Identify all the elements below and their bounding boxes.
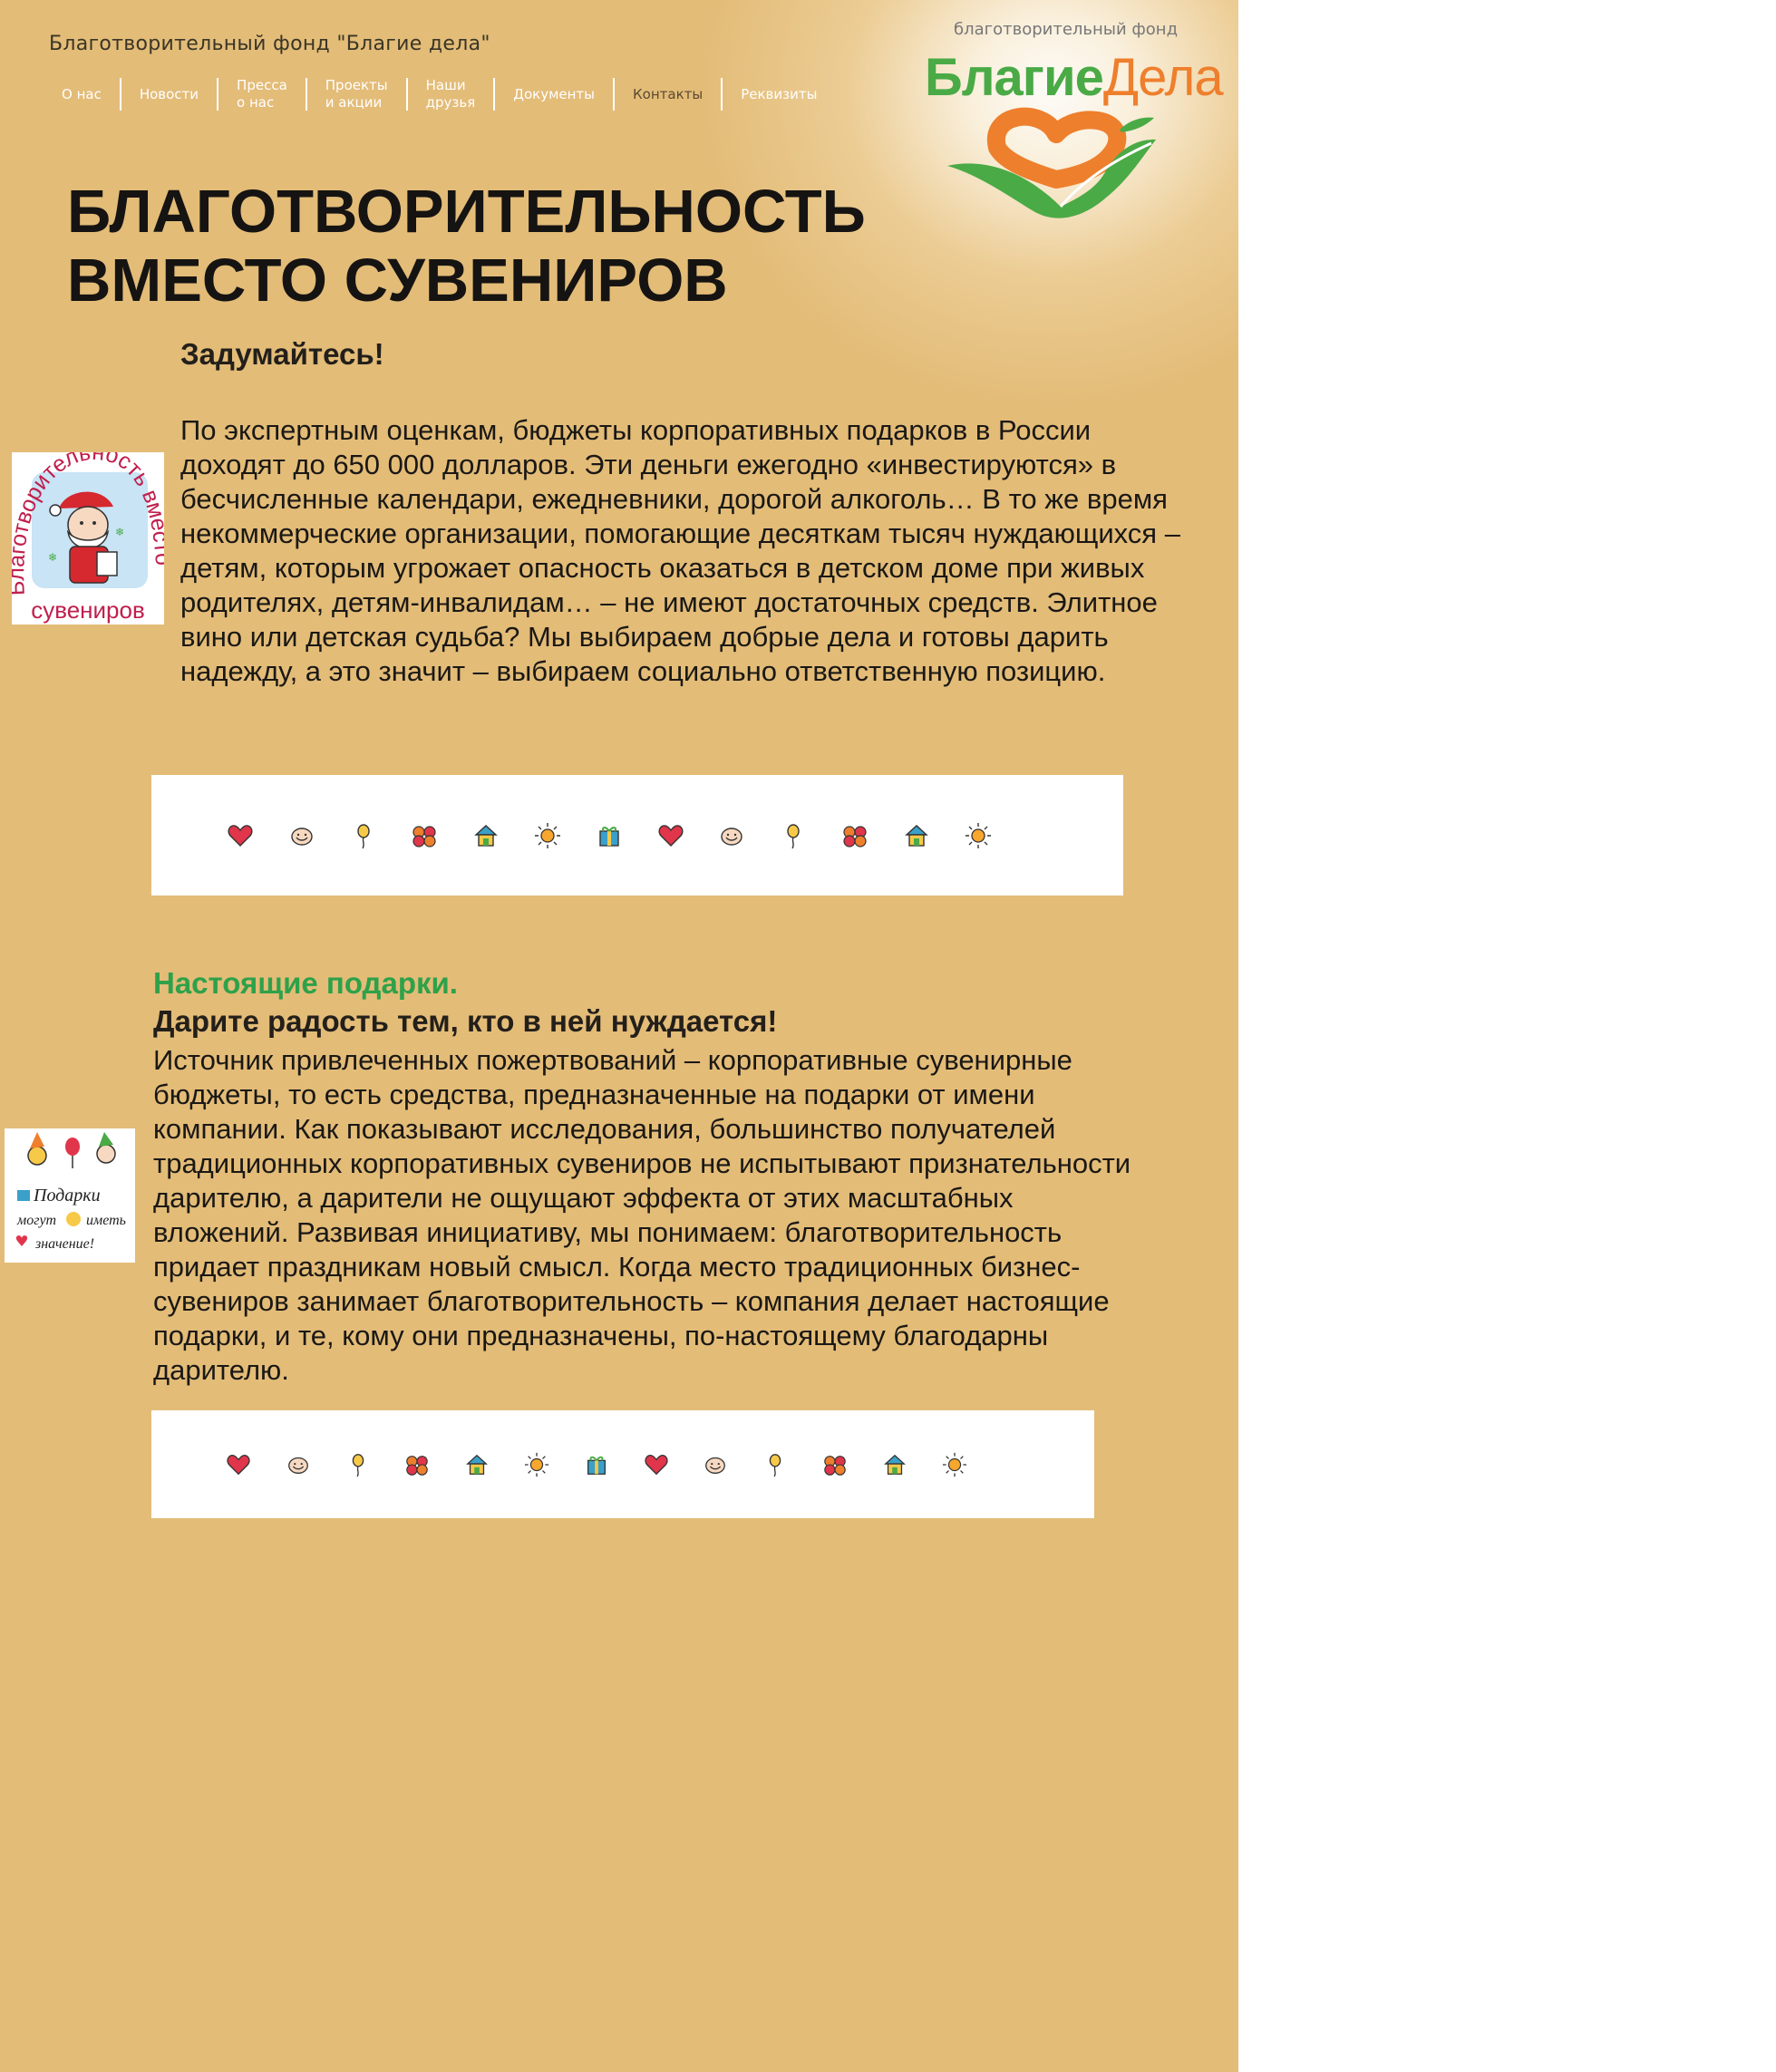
page-title: БЛАГОТВОРИТЕЛЬНОСТЬ ВМЕСТО СУВЕНИРОВ xyxy=(67,178,866,315)
section1-paragraph: По экспертным оценкам, бюджеты корпорати… xyxy=(180,414,1180,687)
heart-icon xyxy=(227,822,288,849)
nav-news[interactable]: Новости xyxy=(121,77,217,111)
section1-subheading: Задумайтесь! xyxy=(180,337,384,371)
gifts-badge-icon: Подарки могут иметь значение! xyxy=(5,1128,135,1263)
sun-icon xyxy=(942,1452,1002,1477)
nav-press[interactable]: Пресса о нас xyxy=(218,77,306,111)
house-icon xyxy=(882,1452,942,1477)
section2-bold-line: Дарите радость тем, кто в ней нуждается! xyxy=(153,1004,778,1038)
svg-text:❄: ❄ xyxy=(115,526,124,538)
smiley-icon xyxy=(288,822,350,849)
icon-strip-1 xyxy=(151,775,1123,896)
site-title: Благотворительный фонд "Благие дела" xyxy=(49,33,490,55)
badge-charity-instead-of-souvenirs: Благотворительность вместо сувениров ❄ ❄ xyxy=(12,452,164,625)
flower-icon xyxy=(411,822,472,849)
santa-badge-icon: Благотворительность вместо сувениров ❄ ❄ xyxy=(12,452,164,625)
main-nav: О нас Новости Пресса о нас Проекты и акции Н… xyxy=(49,74,835,114)
logo[interactable]: благотворительный фонд БлагиеДела xyxy=(916,18,1233,218)
badge-bottom-text: сувениров xyxy=(31,596,145,624)
logo-name-part1: Благие xyxy=(925,48,1104,107)
nav-contacts[interactable]: Контакты xyxy=(615,77,721,111)
nav-projects[interactable]: Проекты и акции xyxy=(307,77,406,111)
heart-icon xyxy=(644,1452,704,1477)
heart-icon xyxy=(226,1452,286,1477)
nav-about[interactable]: О нас xyxy=(49,77,120,111)
nav-friends[interactable]: Наши друзья xyxy=(408,77,494,111)
flower-icon xyxy=(841,822,903,849)
house-icon xyxy=(472,822,534,849)
balloon-icon xyxy=(345,1452,405,1477)
sun-icon xyxy=(524,1452,584,1477)
logo-caption: благотворительный фонд xyxy=(954,20,1179,39)
sun-icon xyxy=(534,822,596,849)
house-icon xyxy=(464,1452,524,1477)
heart-icon xyxy=(657,822,719,849)
page-background: Благотворительный фонд "Благие дела" О н… xyxy=(0,0,1238,2072)
smiley-icon xyxy=(718,822,780,849)
gift-icon xyxy=(596,822,657,849)
section2-paragraph: Источник привлеченных пожертвований – ко… xyxy=(153,1044,1131,1386)
balloon-icon xyxy=(762,1452,822,1477)
sun-icon xyxy=(965,822,1026,849)
badge2-line1: Подарки xyxy=(33,1186,101,1205)
badge-gifts-matter: Подарки могут иметь значение! xyxy=(5,1128,135,1263)
heart-leaf-icon xyxy=(947,107,1156,218)
flower-icon xyxy=(822,1452,882,1477)
balloon-icon xyxy=(780,822,841,849)
smiley-icon xyxy=(703,1452,762,1477)
logo-name: БлагиеДела xyxy=(925,47,1224,108)
nav-documents[interactable]: Документы xyxy=(495,77,613,111)
smiley-icon xyxy=(286,1452,345,1477)
gift-icon xyxy=(584,1452,644,1477)
svg-text:❄: ❄ xyxy=(48,551,57,564)
badge2-line2: могут xyxy=(16,1213,56,1228)
logo-name-part2: Дела xyxy=(1102,48,1224,107)
balloon-icon xyxy=(350,822,412,849)
flower-icon xyxy=(404,1452,464,1477)
badge2-line3: иметь xyxy=(86,1213,126,1228)
badge2-line4: значение! xyxy=(34,1236,94,1252)
house-icon xyxy=(903,822,965,849)
nav-requisites[interactable]: Реквизиты xyxy=(723,77,835,111)
icon-strip-2 xyxy=(151,1410,1094,1518)
section2-green-heading: Настоящие подарки. xyxy=(153,966,458,1000)
